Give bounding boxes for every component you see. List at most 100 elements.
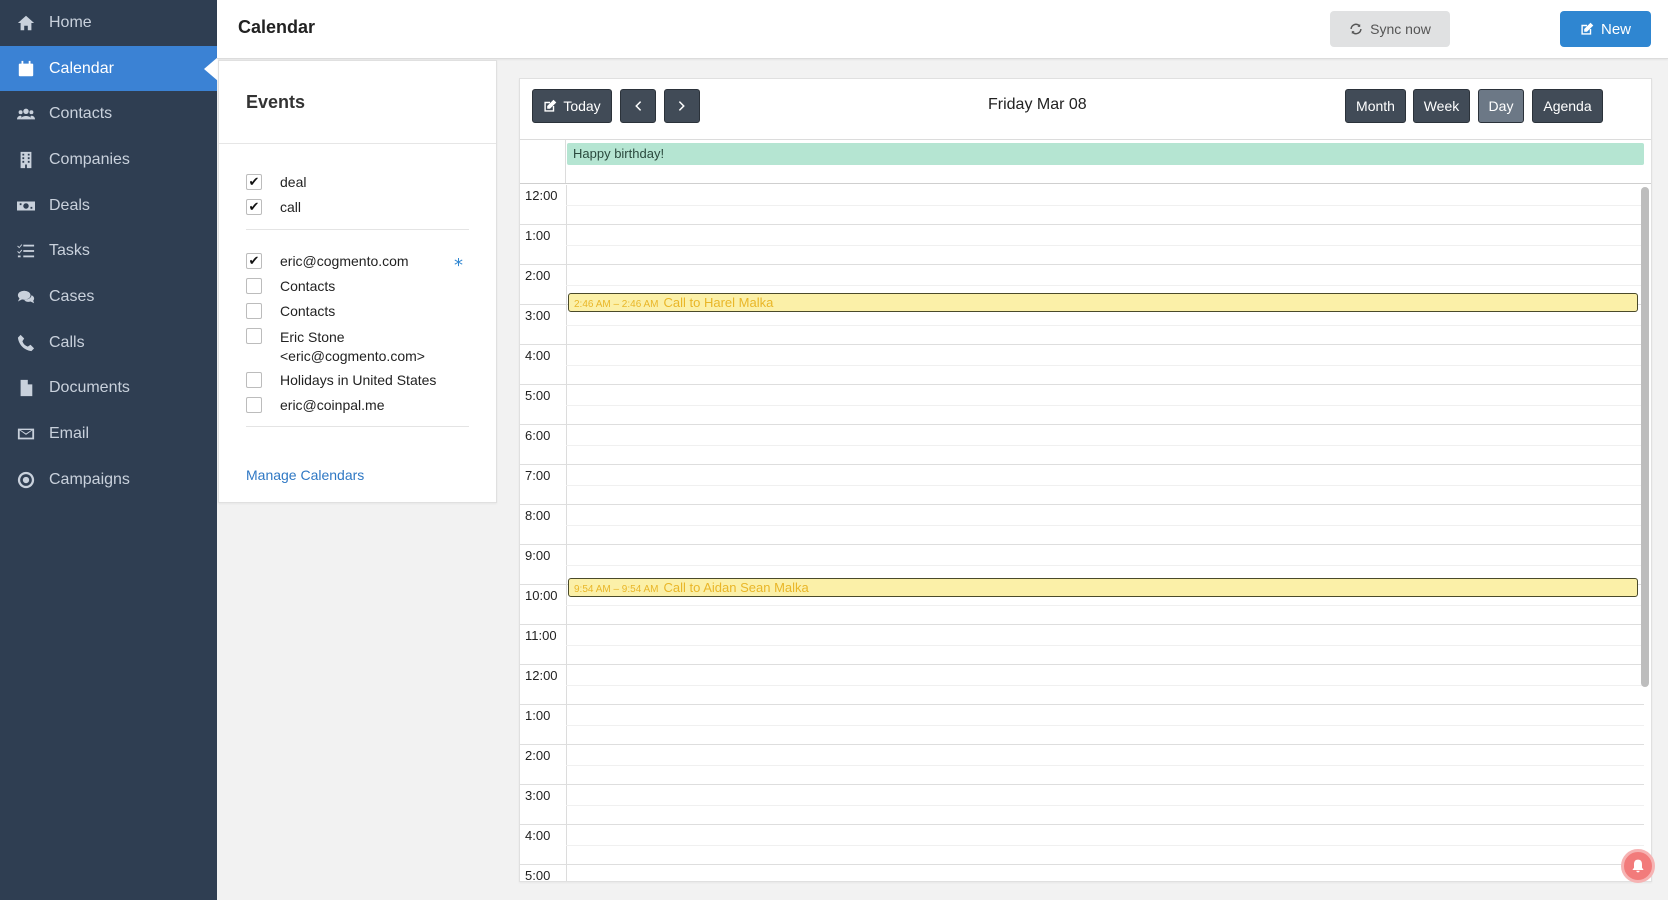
view-day-button[interactable]: Day: [1478, 89, 1524, 123]
calendar-label: eric@coinpal.me: [280, 397, 385, 413]
sidebar-item-contacts[interactable]: Contacts: [0, 91, 217, 137]
today-button[interactable]: Today: [532, 89, 612, 123]
sidebar-item-documents[interactable]: Documents: [0, 366, 217, 412]
sidebar-item-companies[interactable]: Companies: [0, 137, 217, 183]
scrollbar[interactable]: [1641, 187, 1649, 687]
event-type-call[interactable]: call: [246, 199, 301, 215]
view-agenda-button[interactable]: Agenda: [1532, 89, 1603, 123]
hour-row[interactable]: 4:00: [520, 345, 1644, 385]
sidebar-item-deals[interactable]: Deals: [0, 183, 217, 229]
calendar-label: eric@cogmento.com: [280, 253, 409, 269]
all-day-row: Happy birthday!: [520, 139, 1651, 184]
sidebar-item-campaigns[interactable]: Campaigns: [0, 457, 217, 503]
current-date: Friday Mar 08: [988, 96, 1087, 113]
all-day-event[interactable]: Happy birthday!: [567, 143, 1644, 165]
sidebar-item-cases[interactable]: Cases: [0, 274, 217, 320]
event-type-label: deal: [280, 174, 307, 190]
top-header: Calendar Sync now New: [217, 0, 1668, 59]
half-hour-line: [566, 765, 1644, 766]
checkbox[interactable]: [246, 253, 262, 269]
money-icon: [16, 196, 36, 216]
hour-label: 5:00: [525, 388, 551, 403]
sidebar-item-home[interactable]: Home: [0, 0, 217, 46]
hour-label: 2:00: [525, 748, 551, 763]
sync-icon: [1350, 23, 1362, 35]
hour-label: 8:00: [525, 508, 551, 523]
hour-row[interactable]: 8:00: [520, 505, 1644, 545]
hour-label: 12:00: [525, 668, 558, 683]
time-grid[interactable]: 12:00 1:00 2:00 3:00 4:00 5:00 6:00 7:00 8:00 9:0…: [520, 185, 1651, 882]
calendar-eric-cogmento[interactable]: eric@cogmento.com: [246, 253, 409, 269]
half-hour-line: [566, 325, 1644, 326]
notification-bell[interactable]: [1621, 849, 1655, 883]
calendar-eric-stone[interactable]: Eric Stone <eric@cogmento.com>: [246, 328, 425, 366]
manage-calendars-link[interactable]: Manage Calendars: [246, 467, 364, 483]
chevron-left-icon: [635, 101, 642, 111]
hour-row[interactable]: 11:00: [520, 625, 1644, 665]
hour-row[interactable]: 1:00: [520, 705, 1644, 745]
hour-row[interactable]: 4:00: [520, 825, 1644, 865]
building-icon: [16, 150, 36, 170]
calendar-contacts-1[interactable]: Contacts: [246, 278, 335, 294]
sidebar-item-email[interactable]: Email: [0, 411, 217, 457]
calendar-event[interactable]: 2:46 AM – 2:46 AM Call to Harel Malka: [568, 292, 1638, 312]
view-month-button[interactable]: Month: [1345, 89, 1406, 123]
checkbox[interactable]: [246, 199, 262, 215]
calendar-icon: [16, 59, 36, 79]
hour-row[interactable]: 2:00: [520, 745, 1644, 785]
checkbox[interactable]: [246, 303, 262, 319]
next-button[interactable]: [664, 89, 700, 123]
calendar-label: Contacts: [280, 303, 336, 319]
hour-row[interactable]: 3:00: [520, 785, 1644, 825]
hour-row[interactable]: 6:00: [520, 425, 1644, 465]
sidebar-item-calendar[interactable]: Calendar: [0, 45, 218, 92]
users-icon: [16, 104, 36, 124]
half-hour-line: [566, 845, 1644, 846]
divider: [219, 143, 496, 144]
calendar-event[interactable]: 9:54 AM – 9:54 AM Call to Aidan Sean Malk…: [568, 578, 1638, 597]
event-time: 9:54 AM – 9:54 AM: [574, 584, 659, 595]
sidebar: Home Calendar Contacts Companies Deals T…: [0, 0, 218, 900]
all-day-gutter: [520, 140, 566, 183]
hour-label: 5:00: [525, 868, 551, 882]
checkbox[interactable]: [246, 372, 262, 388]
edit-icon: [1581, 22, 1594, 35]
sync-now-button[interactable]: Sync now: [1330, 11, 1450, 47]
sidebar-item-calls[interactable]: Calls: [0, 320, 217, 366]
today-label: Today: [563, 98, 601, 114]
hour-label: 11:00: [525, 628, 557, 643]
chevron-right-icon: [678, 101, 685, 111]
checkbox[interactable]: [246, 328, 262, 344]
event-type-deal[interactable]: deal: [246, 174, 306, 190]
sidebar-item-tasks[interactable]: Tasks: [0, 229, 217, 275]
hour-label: 1:00: [525, 228, 551, 243]
hour-label: 10:00: [525, 588, 558, 603]
events-panel: Events deal call eric@cogmento.com * Con…: [218, 60, 497, 503]
calendar-holidays-us[interactable]: Holidays in United States: [246, 372, 436, 388]
hour-row[interactable]: 1:00: [520, 225, 1644, 265]
hour-row[interactable]: 5:00: [520, 385, 1644, 425]
view-week-button[interactable]: Week: [1413, 89, 1470, 123]
events-title: Events: [246, 92, 306, 112]
calendar-label-email: <eric@cogmento.com>: [280, 348, 425, 364]
calendar-label: Holidays in United States: [280, 372, 437, 388]
hour-row[interactable]: 12:00: [520, 665, 1644, 705]
calendar-contacts-2[interactable]: Contacts: [246, 303, 335, 319]
new-button[interactable]: New: [1560, 11, 1651, 47]
hour-row[interactable]: 12:00: [520, 185, 1644, 225]
sidebar-item-label: Cases: [49, 288, 95, 306]
phone-icon: [16, 333, 36, 353]
checkbox[interactable]: [246, 278, 262, 294]
half-hour-line: [566, 285, 1644, 286]
divider: [246, 426, 469, 427]
checkbox[interactable]: [246, 397, 262, 413]
checkbox[interactable]: [246, 174, 262, 190]
hour-row[interactable]: 5:00: [520, 865, 1644, 882]
calendar-eric-coinpal[interactable]: eric@coinpal.me: [246, 397, 384, 413]
half-hour-line: [566, 245, 1644, 246]
calendar-label: Eric Stone <eric@cogmento.com>: [280, 328, 425, 366]
hour-label: 2:00: [525, 268, 551, 283]
hour-label: 4:00: [525, 348, 551, 363]
hour-row[interactable]: 7:00: [520, 465, 1644, 505]
prev-button[interactable]: [620, 89, 656, 123]
